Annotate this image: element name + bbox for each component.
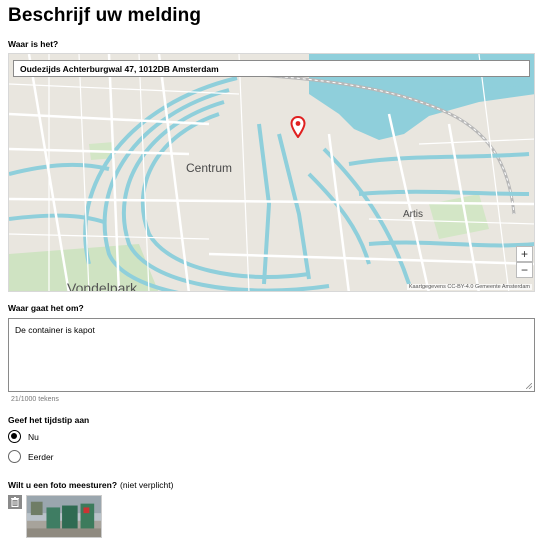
- zoom-in-button[interactable]: +: [516, 246, 533, 262]
- radio-button[interactable]: [8, 450, 21, 463]
- location-label: Waar is het?: [8, 39, 59, 49]
- trash-icon[interactable]: [8, 495, 22, 509]
- radio-label-eerder: Eerder: [28, 451, 54, 462]
- page-title: Beschrijf uw melding: [8, 5, 202, 26]
- radio-option-nu[interactable]: Nu: [8, 430, 39, 443]
- map-label-centrum: Centrum: [186, 161, 233, 175]
- description-textarea[interactable]: De container is kapot: [8, 318, 535, 392]
- resize-handle-icon[interactable]: [526, 383, 532, 389]
- address-input[interactable]: Oudezijds Achterburgwal 47, 1012DB Amste…: [13, 60, 530, 77]
- map-pin-icon[interactable]: [290, 116, 306, 138]
- photo-label: Wilt u een foto meesturen? (niet verplich…: [8, 480, 173, 490]
- description-label: Waar gaat het om?: [8, 303, 84, 313]
- map-label-artis: Artis: [403, 209, 423, 220]
- char-count: 21/1000 tekens: [11, 396, 59, 403]
- radio-label-nu: Nu: [28, 431, 39, 442]
- zoom-out-button[interactable]: −: [516, 262, 533, 278]
- map-attribution: Kaartgegevens CC-BY-4.0 Gemeente Amsterd…: [406, 284, 532, 290]
- photo-thumbnail[interactable]: [26, 495, 102, 538]
- time-label: Geef het tijdstip aan: [8, 415, 90, 425]
- photo-optional-text: (niet verplicht): [120, 480, 174, 490]
- photo-label-text: Wilt u een foto meesturen?: [8, 480, 118, 490]
- radio-button-checked[interactable]: [8, 430, 21, 443]
- radio-option-eerder[interactable]: Eerder: [8, 450, 54, 463]
- location-map[interactable]: Oudezijds Achterburgwal 47, 1012DB Amste…: [8, 53, 535, 292]
- description-text: De container is kapot: [15, 325, 95, 335]
- map-label-vondelpark: Vondelpark: [67, 280, 138, 292]
- map-canvas[interactable]: [9, 54, 535, 292]
